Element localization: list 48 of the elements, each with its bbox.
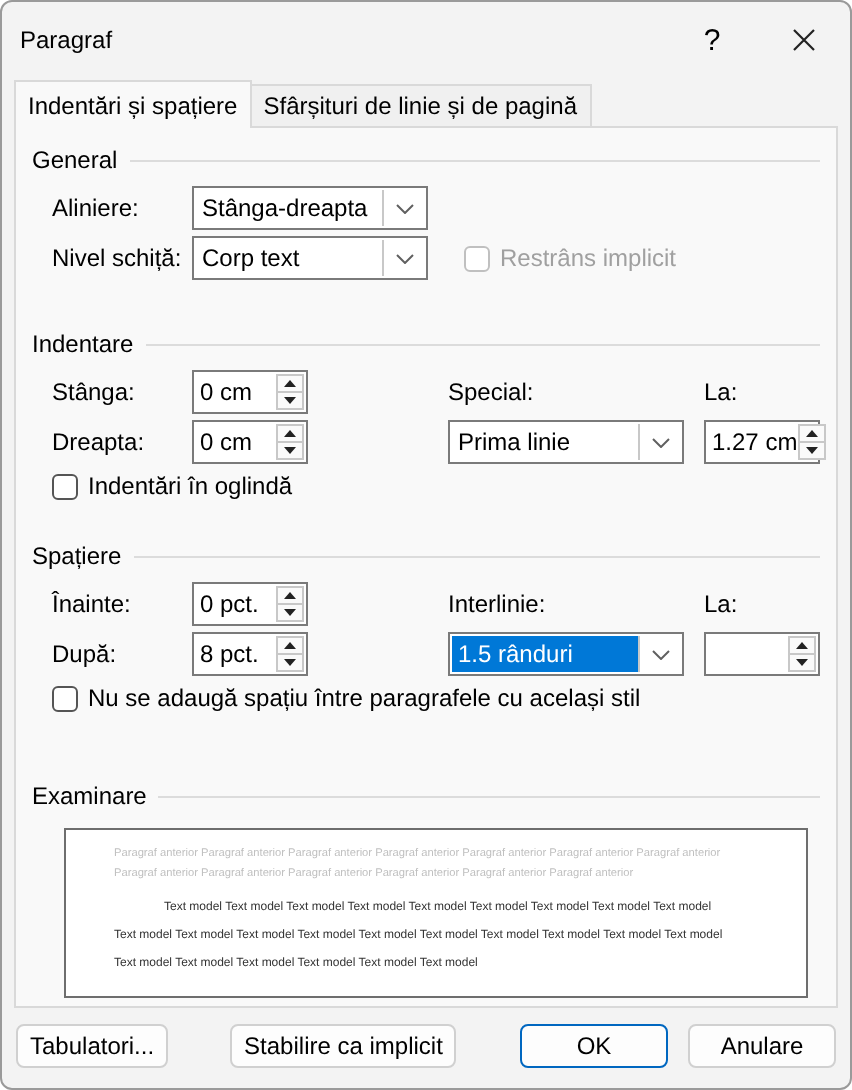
field-label: Stânga: (52, 378, 137, 406)
spinner-arrows-icon (788, 636, 816, 672)
dialog-button[interactable]: Anulare (688, 1024, 836, 1068)
spinner-arrows-icon (797, 424, 826, 460)
chevron-down-icon (651, 649, 669, 659)
chevron-down-icon (651, 437, 669, 447)
chevron-down-icon (395, 253, 413, 263)
help-button[interactable]: ? (666, 2, 758, 78)
tab[interactable]: Indentări și spațiere (14, 80, 252, 128)
spin-field[interactable]: 0 pct. (192, 582, 308, 626)
chevron-down-icon (395, 203, 413, 213)
outline-level-dropdown[interactable]: Corp text (192, 236, 428, 280)
field-label: Înainte: (52, 590, 133, 618)
field-label: Interlinie: (448, 590, 548, 618)
spin-field[interactable]: 0 cm (192, 420, 308, 464)
field-label: La: (704, 590, 740, 618)
spin-field[interactable] (704, 632, 820, 676)
checkbox-label: Restrâns implicit (500, 244, 677, 272)
spinner-arrows-icon (276, 424, 304, 460)
special-dropdown[interactable]: Prima linie (448, 420, 684, 464)
alignment-dropdown[interactable]: Stânga-dreapta (192, 186, 428, 230)
tab[interactable]: Sfârșituri de linie și de pagină (249, 84, 591, 126)
field-label: Nivel schiță: (52, 244, 184, 272)
dialog-button[interactable]: OK (520, 1024, 668, 1068)
checkbox-label: Indentări în oglindă (88, 472, 293, 500)
spinner-arrows-icon (276, 636, 304, 672)
field-label: Special: (448, 378, 536, 406)
dialog-button[interactable]: Tabulatori... (16, 1024, 169, 1068)
section-title: General (32, 146, 118, 174)
checkbox[interactable] (52, 685, 78, 711)
section-title: Spațiere (32, 542, 122, 570)
spin-field[interactable]: 1.27 cm (704, 420, 820, 464)
section-title: Indentare (32, 330, 134, 358)
close-icon (792, 28, 816, 52)
field-label: După: (52, 640, 119, 668)
field-label: Dreapta: (52, 428, 147, 456)
spinner-arrows-icon (276, 586, 304, 622)
dialog-button[interactable]: Stabilire ca implicit (230, 1024, 457, 1068)
spin-field[interactable]: 0 cm (192, 370, 308, 414)
checkbox[interactable] (52, 473, 78, 499)
field-label: Aliniere: (52, 194, 141, 222)
field-label: La: (704, 378, 740, 406)
line-spacing-dropdown[interactable]: 1.5 rânduri (448, 632, 684, 676)
checkbox-label: Nu se adaugă spațiu între paragrafele cu același stil (88, 684, 641, 712)
spinner-arrows-icon (276, 374, 304, 410)
section-title: Examinare (32, 782, 147, 810)
window-title: Paragraf (20, 26, 115, 54)
spin-field[interactable]: 8 pct. (192, 632, 308, 676)
